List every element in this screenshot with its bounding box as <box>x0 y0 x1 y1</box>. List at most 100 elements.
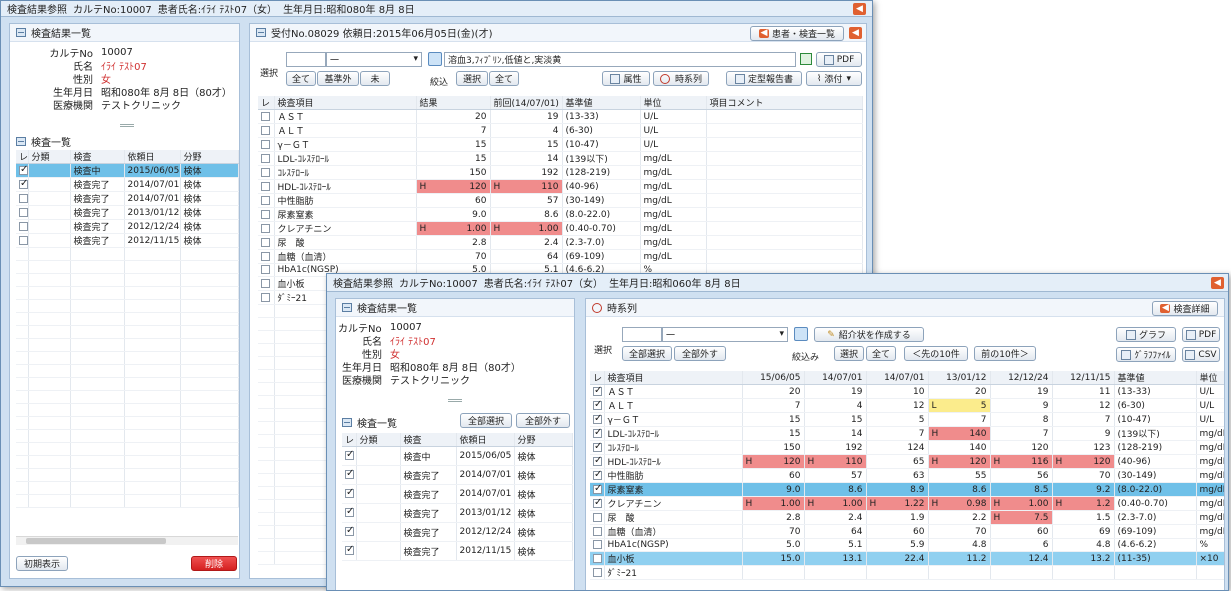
row-comment[interactable] <box>706 249 863 264</box>
row-checkbox-cell[interactable] <box>342 503 357 523</box>
row-checkbox[interactable] <box>261 181 270 191</box>
row-checkbox[interactable] <box>593 540 602 549</box>
col-date[interactable]: 12/11/15 <box>1052 371 1115 385</box>
row-comment[interactable] <box>706 151 863 166</box>
table-row[interactable]: 検査完了2014/07/01検体 <box>16 177 239 192</box>
row-checkbox-cell[interactable] <box>590 412 605 427</box>
row-checkbox-cell[interactable] <box>16 191 29 206</box>
filter-all-button[interactable]: 全て <box>866 346 896 361</box>
row-checkbox-cell[interactable] <box>342 465 357 485</box>
col-item[interactable]: 検査項目 <box>274 96 417 110</box>
col-field[interactable]: 分野 <box>180 150 239 164</box>
row-checkbox[interactable] <box>19 164 27 175</box>
col-item[interactable]: 検査項目 <box>604 371 743 385</box>
row-comment[interactable] <box>706 235 863 250</box>
row-checkbox[interactable] <box>593 553 602 563</box>
row-checkbox-cell[interactable] <box>590 565 605 580</box>
create-referral-button[interactable]: ✎ 紹介状を作成する <box>814 327 924 342</box>
select-all-button[interactable]: 全部選択 <box>460 413 512 428</box>
row-checkbox-cell[interactable] <box>342 446 357 466</box>
row-checkbox[interactable] <box>345 525 354 536</box>
row-comment[interactable] <box>706 165 863 180</box>
table-row[interactable]: ｺﾚｽﾃﾛｰﾙ 150 192 124 140 120 123(128-219)mg/dL <box>590 440 1224 455</box>
prev-10-button[interactable]: ＜先の10件 <box>904 346 968 361</box>
table-row[interactable]: ﾀﾞﾐｰ21 <box>590 565 1224 580</box>
next-10-button[interactable]: 前の10件＞ <box>974 346 1036 361</box>
row-checkbox[interactable] <box>261 139 270 149</box>
select-all-button[interactable]: 全部選択 <box>622 346 672 361</box>
exam-detail-button[interactable]: ◀ 検査詳細 <box>1152 301 1218 316</box>
select-input[interactable] <box>286 52 326 67</box>
row-checkbox-cell[interactable] <box>16 205 29 220</box>
back-icon[interactable]: ◀ <box>1211 277 1224 289</box>
col-category[interactable]: 分類 <box>28 150 71 164</box>
table-row[interactable]: 検査完了2014/07/01検体 <box>342 484 573 504</box>
row-checkbox-cell[interactable] <box>258 290 275 305</box>
csv-button[interactable]: CSV <box>1182 347 1220 362</box>
row-checkbox[interactable] <box>261 209 270 219</box>
select-dropdown[interactable]: 一 <box>326 52 422 67</box>
table-row[interactable]: 尿 酸 2.8 2.4 1.9 2.2 H 7.5 1.5 (2.3-7.0) mg/dL <box>590 510 1224 525</box>
back-icon[interactable]: ◀ <box>853 3 866 15</box>
col-date[interactable]: 14/07/01 <box>866 371 929 385</box>
row-comment[interactable] <box>706 193 863 208</box>
table-row[interactable]: ＡＬＴ 7 4 (6-30) U/L <box>258 123 863 138</box>
comment-icon[interactable] <box>428 52 442 66</box>
row-checkbox-cell[interactable] <box>258 263 275 277</box>
row-checkbox-cell[interactable] <box>258 109 275 124</box>
table-row[interactable]: 検査中2015/06/05検体 <box>342 446 573 466</box>
col-date[interactable]: 13/01/12 <box>928 371 991 385</box>
row-checkbox[interactable] <box>593 497 602 508</box>
table-row[interactable]: γ－ＧＴ15155787(10-47)U/L <box>590 412 1224 427</box>
row-checkbox-cell[interactable] <box>258 137 275 152</box>
row-checkbox[interactable] <box>593 427 602 438</box>
row-checkbox[interactable] <box>593 455 602 466</box>
col-check[interactable]: レ <box>590 371 605 385</box>
row-checkbox[interactable] <box>345 449 354 460</box>
row-checkbox-cell[interactable] <box>590 398 605 413</box>
col-previous[interactable]: 前回(14/07/01) <box>490 96 563 110</box>
table-row[interactable]: 検査完了2012/12/24検体 <box>16 219 239 234</box>
row-checkbox-cell[interactable] <box>590 426 605 441</box>
col-date[interactable]: 依頼日 <box>456 433 515 447</box>
filter-select-button[interactable]: 選択 <box>456 71 488 86</box>
row-checkbox[interactable] <box>593 567 602 577</box>
row-checkbox-cell[interactable] <box>590 538 605 552</box>
row-checkbox-cell[interactable] <box>258 193 275 208</box>
row-checkbox[interactable] <box>261 111 270 121</box>
row-comment[interactable] <box>706 221 863 236</box>
table-row[interactable]: γ－ＧＴ 15 15 (10-47) U/L <box>258 137 863 152</box>
table-row[interactable]: 検査完了2012/11/15検体 <box>16 233 239 248</box>
row-checkbox[interactable] <box>261 153 270 163</box>
row-checkbox-cell[interactable] <box>258 123 275 138</box>
row-checkbox[interactable] <box>593 399 602 410</box>
row-checkbox-cell[interactable] <box>590 524 605 539</box>
col-unit[interactable]: 単位 <box>1196 371 1224 385</box>
select-dropdown[interactable]: 一 <box>662 327 788 342</box>
table-row[interactable]: HbA1c(NGSP) 5.0 5.1 5.9 4.8 6 4.8 (4.6-6.2)% <box>590 538 1224 552</box>
table-row[interactable]: HDL-ｺﾚｽﾃﾛｰﾙ H 120 H 110 (40-96) mg/dL <box>258 179 863 194</box>
row-checkbox-cell[interactable] <box>342 541 357 561</box>
timeseries-button[interactable]: 時系列 <box>653 71 709 86</box>
report-button[interactable]: 定型報告書 <box>726 71 802 86</box>
row-checkbox-cell[interactable] <box>258 249 275 264</box>
row-checkbox[interactable] <box>261 237 270 247</box>
col-check[interactable]: レ <box>342 433 357 447</box>
image-icon[interactable] <box>794 327 808 341</box>
col-date[interactable]: 依頼日 <box>124 150 181 164</box>
table-row[interactable]: 検査完了2013/01/12検体 <box>342 503 573 523</box>
table-row[interactable]: ｺﾚｽﾃﾛｰﾙ 150 192 (128-219) mg/dL <box>258 165 863 180</box>
col-result[interactable]: 結果 <box>416 96 491 110</box>
row-checkbox-cell[interactable] <box>16 219 29 234</box>
table-row[interactable]: LDL-ｺﾚｽﾃﾛｰﾙ 15 14 (139以下) mg/dL <box>258 151 863 166</box>
table-row[interactable]: ＡＬＴ7412L5912(6-30)U/L <box>590 398 1224 413</box>
row-checkbox[interactable] <box>261 292 270 302</box>
table-row[interactable]: 尿 酸 2.8 2.4 (2.3-7.0) mg/dL <box>258 235 863 250</box>
col-comment[interactable]: 項目コメント <box>706 96 863 110</box>
row-checkbox[interactable] <box>593 469 602 480</box>
filter-all-button[interactable]: 全て <box>489 71 519 86</box>
col-field[interactable]: 分野 <box>514 433 573 447</box>
table-row[interactable]: 血小板 15.0 13.1 22.4 11.2 12.4 13.2 (11-35) ×10 <box>590 551 1224 566</box>
collapse-icon[interactable]: ◀ <box>849 27 862 39</box>
table-row[interactable]: 検査完了2014/07/01検体 <box>342 465 573 485</box>
